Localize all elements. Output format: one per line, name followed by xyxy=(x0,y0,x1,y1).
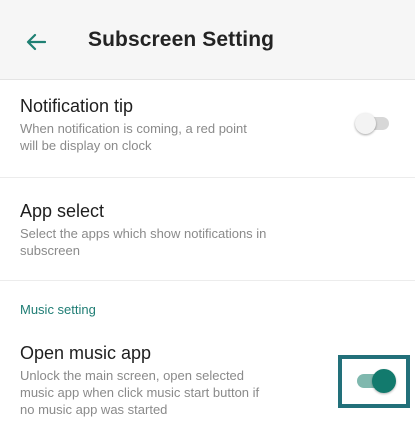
toggle-thumb xyxy=(355,113,376,134)
arrow-left-icon xyxy=(26,33,46,51)
setting-item-app-select[interactable]: App select Select the apps which show no… xyxy=(0,200,415,259)
app-select-summary-line-2: subscreen xyxy=(20,243,80,258)
toggle-thumb xyxy=(372,369,396,393)
app-select-summary: Select the apps which show notifications… xyxy=(20,225,415,259)
app-select-title: App select xyxy=(20,201,105,221)
notification-tip-title: Notification tip xyxy=(20,96,134,116)
page-title: Subscreen Setting xyxy=(88,28,275,51)
notification-tip-summary-line-2: will be display on clock xyxy=(20,138,152,153)
setting-item-notification-tip[interactable]: Notification tip When notification is co… xyxy=(0,95,415,154)
divider xyxy=(0,280,415,281)
app-bar: Subscreen Setting xyxy=(0,0,415,80)
open-music-app-toggle[interactable] xyxy=(357,369,397,394)
divider xyxy=(0,177,415,178)
app-select-summary-line-1: Select the apps which show notifications… xyxy=(20,226,267,241)
section-header-music-setting: Music setting xyxy=(20,302,96,317)
back-button[interactable] xyxy=(14,22,58,62)
notification-tip-toggle[interactable] xyxy=(355,113,391,135)
